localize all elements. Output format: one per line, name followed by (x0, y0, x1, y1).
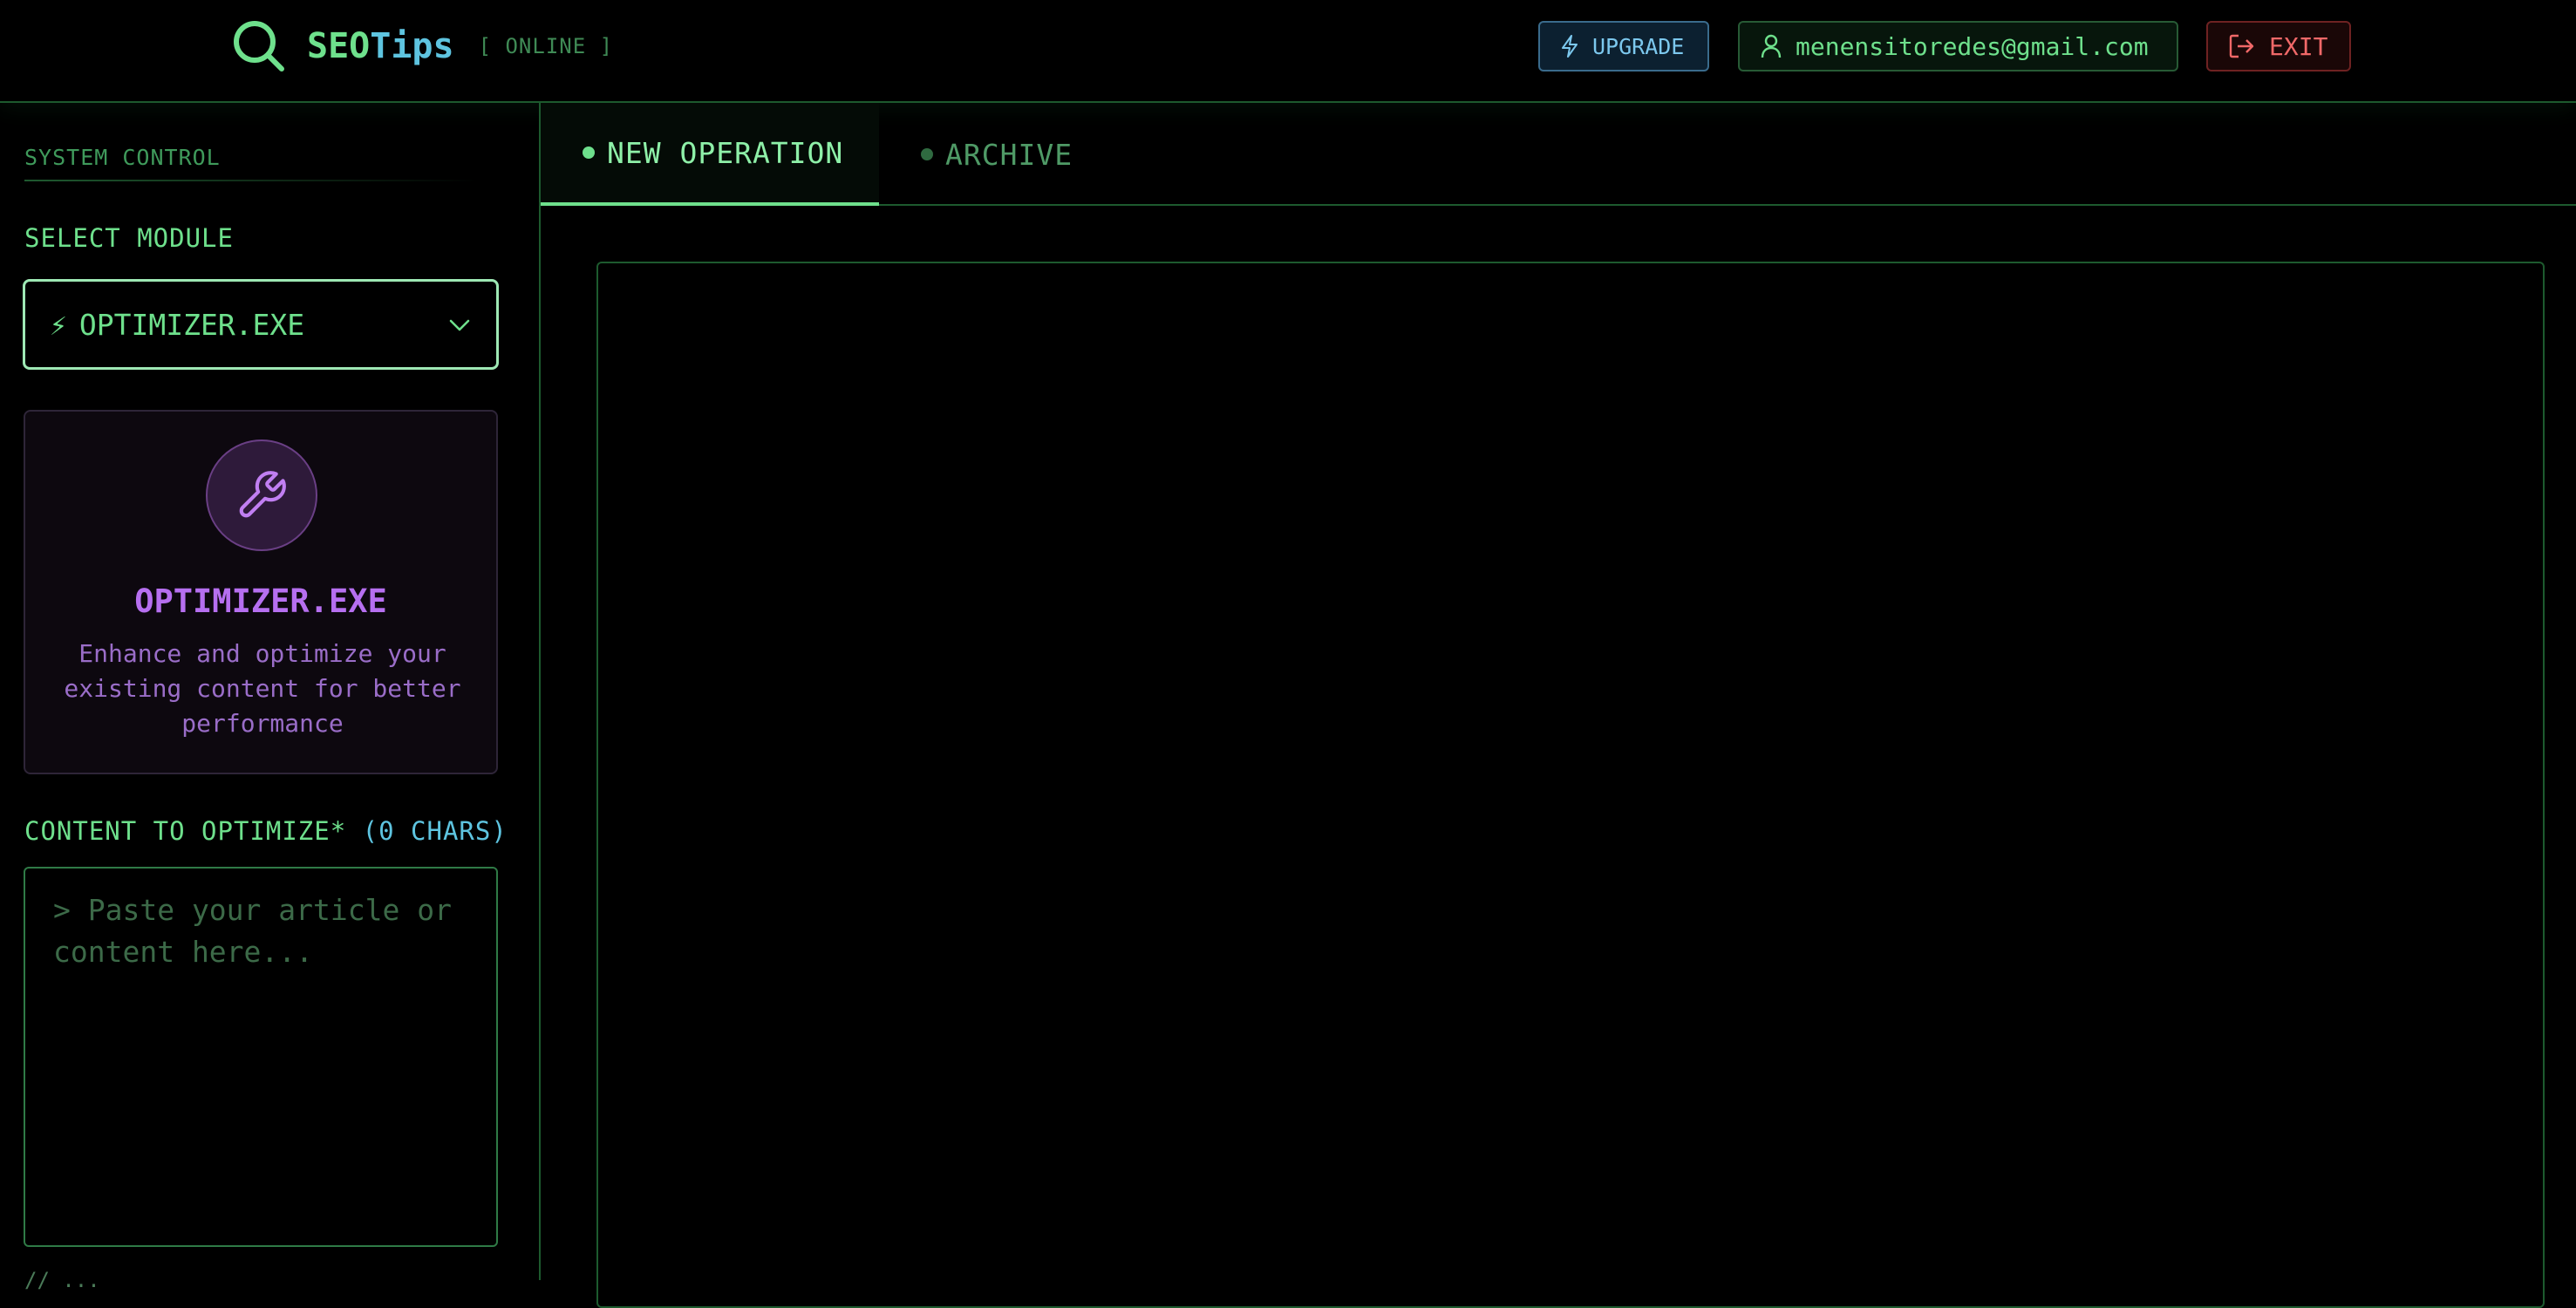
brand-name-tips: Tips (370, 26, 454, 66)
sidebar: SYSTEM CONTROL SELECT MODULE ⚡ OPTIMIZER… (0, 103, 541, 1292)
content-label: CONTENT TO OPTIMIZE* (0 CHARS) (24, 816, 508, 846)
inactive-dot-icon (921, 148, 933, 160)
app-header: SEOTips [ ONLINE ] UPGRADE menensitorede… (0, 0, 2576, 103)
divider (24, 180, 478, 181)
upgrade-label: UPGRADE (1592, 33, 1685, 59)
exit-label: EXIT (2269, 31, 2328, 61)
brand-name: SEOTips (307, 26, 454, 66)
module-select-value: OPTIMIZER.EXE (78, 307, 305, 342)
user-email: menensitoredes@gmail.com (1796, 31, 2149, 61)
content-label-text: CONTENT TO OPTIMIZE* (24, 816, 347, 846)
module-description: Enhance and optimize your existing conte… (64, 639, 461, 738)
brand-name-seo: SEO (307, 26, 371, 66)
tab-new-operation[interactable]: NEW OPERATION (541, 103, 879, 206)
user-account-button[interactable]: menensitoredes@gmail.com (1738, 21, 2178, 72)
select-module-label: SELECT MODULE (24, 223, 234, 253)
status-badge: [ ONLINE ] (478, 34, 614, 58)
exit-button[interactable]: EXIT (2206, 21, 2351, 72)
module-info-card: OPTIMIZER.EXE Enhance and optimize your … (24, 410, 498, 774)
user-icon (1761, 34, 1782, 58)
search-icon (234, 21, 284, 72)
lightning-icon: ⚡ (50, 307, 67, 342)
tab-bar: NEW OPERATION ARCHIVE (541, 103, 2576, 206)
sidebar-section-title: SYSTEM CONTROL (24, 145, 221, 170)
module-select[interactable]: ⚡ OPTIMIZER.EXE (23, 279, 499, 370)
tab-archive[interactable]: ARCHIVE (921, 103, 1073, 206)
lightning-icon (1562, 35, 1578, 58)
chevron-down-icon (449, 319, 470, 331)
module-title: OPTIMIZER.EXE (134, 582, 387, 620)
tab-new-operation-label: NEW OPERATION (607, 135, 844, 170)
brand-logo[interactable]: SEOTips [ ONLINE ] (232, 17, 613, 75)
tab-archive-label: ARCHIVE (945, 137, 1073, 172)
content-hint: // ... (24, 1268, 100, 1292)
wrench-icon (239, 471, 286, 518)
char-count: (0 CHARS) (362, 816, 508, 846)
upgrade-button[interactable]: UPGRADE (1538, 21, 1709, 72)
module-icon-badge (206, 439, 317, 551)
logout-icon (2229, 34, 2254, 58)
content-input[interactable] (24, 867, 498, 1247)
output-panel (596, 262, 2545, 1308)
active-dot-icon (583, 146, 595, 159)
